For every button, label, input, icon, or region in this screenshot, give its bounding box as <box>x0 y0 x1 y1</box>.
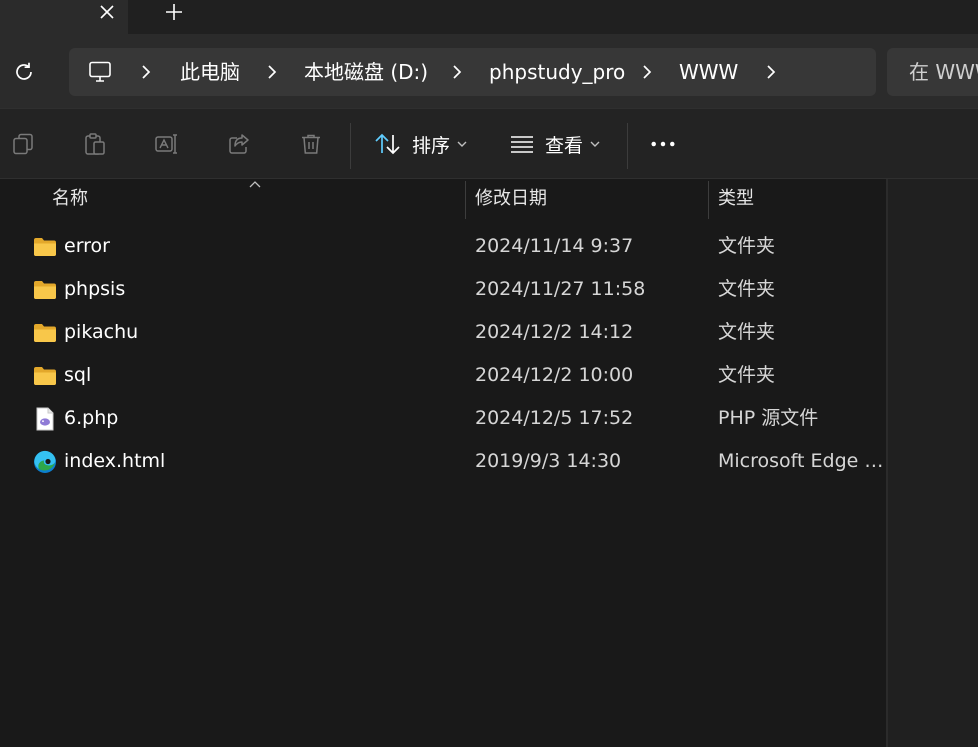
column-header-modified[interactable]: 修改日期 <box>475 179 547 219</box>
details-pane <box>886 179 978 747</box>
file-type: 文件夹 <box>718 235 776 257</box>
table-row[interactable]: sql 2024/12/2 10:00 文件夹 <box>4 354 884 397</box>
chevron-right-icon[interactable] <box>264 62 280 82</box>
address-bar[interactable]: 此电脑 本地磁盘 (D:) phpstudy_pro WWW <box>69 48 876 96</box>
column-header-type[interactable]: 类型 <box>718 179 754 219</box>
sort-ascending-icon <box>247 179 263 189</box>
trash-icon[interactable] <box>298 131 324 157</box>
column-divider[interactable] <box>465 181 466 219</box>
folder-icon <box>33 235 57 259</box>
search-placeholder: 在 WWW 中搜索 <box>909 60 978 84</box>
table-row[interactable]: 6.php 2024/12/5 17:52 PHP 源文件 <box>4 397 884 440</box>
folder-icon <box>33 278 57 302</box>
file-date: 2019/9/3 14:30 <box>475 450 622 472</box>
chevron-down-icon <box>589 140 601 148</box>
toolbar-divider <box>350 123 351 169</box>
file-name: pikachu <box>64 321 139 343</box>
table-row[interactable]: phpsis 2024/11/27 11:58 文件夹 <box>4 268 884 311</box>
file-date: 2024/11/14 9:37 <box>475 235 634 257</box>
file-date: 2024/12/2 14:12 <box>475 321 634 343</box>
column-header-name[interactable]: 名称 <box>52 179 88 219</box>
chevron-right-icon[interactable] <box>449 62 465 82</box>
breadcrumb-drive-d[interactable]: 本地磁盘 (D:) <box>304 60 428 84</box>
file-type: 文件夹 <box>718 364 776 386</box>
column-divider[interactable] <box>708 181 709 219</box>
table-row[interactable]: index.html 2019/9/3 14:30 Microsoft Edge… <box>4 440 886 483</box>
file-type: Microsoft Edge HTML Document <box>718 450 886 472</box>
breadcrumb-www[interactable]: WWW <box>679 60 738 84</box>
sort-icon <box>374 132 402 156</box>
file-date: 2024/11/27 11:58 <box>475 278 646 300</box>
chevron-right-icon[interactable] <box>639 62 655 82</box>
table-row[interactable]: pikachu 2024/12/2 14:12 文件夹 <box>4 311 884 354</box>
table-row[interactable]: error 2024/11/14 9:37 文件夹 <box>4 225 884 268</box>
active-tab[interactable] <box>0 0 128 34</box>
file-date: 2024/12/5 17:52 <box>475 407 634 429</box>
file-name: sql <box>64 364 92 386</box>
rename-icon[interactable] <box>154 131 180 157</box>
paste-icon[interactable] <box>82 131 108 157</box>
breadcrumb-phpstudy-pro[interactable]: phpstudy_pro <box>489 60 625 84</box>
plus-icon[interactable] <box>160 0 188 24</box>
tab-strip <box>0 0 978 34</box>
this-pc-icon[interactable] <box>86 59 114 85</box>
view-label: 查看 <box>545 134 584 157</box>
share-icon[interactable] <box>226 131 252 157</box>
sort-label: 排序 <box>412 134 451 157</box>
command-bar: 排序 查看 <box>0 108 978 179</box>
file-list: 名称 修改日期 类型 error 2024/11/14 9:37 文件夹 php… <box>0 179 886 747</box>
copy-icon[interactable] <box>10 131 36 157</box>
view-button[interactable]: 查看 <box>509 127 601 161</box>
toolbar-divider <box>627 123 628 169</box>
file-type: 文件夹 <box>718 321 776 343</box>
chevron-right-icon[interactable] <box>138 62 154 82</box>
sort-button[interactable]: 排序 <box>374 127 468 161</box>
address-row: 此电脑 本地磁盘 (D:) phpstudy_pro WWW 在 WWW 中搜索 <box>0 34 978 108</box>
chevron-right-icon[interactable] <box>763 62 779 82</box>
file-name: error <box>64 235 110 257</box>
refresh-icon[interactable] <box>10 58 38 86</box>
file-name: 6.php <box>64 407 119 429</box>
file-type: 文件夹 <box>718 278 776 300</box>
search-input[interactable]: 在 WWW 中搜索 <box>887 48 978 96</box>
breadcrumb-this-pc[interactable]: 此电脑 <box>180 60 240 84</box>
file-name: index.html <box>64 450 166 472</box>
php-file-icon <box>33 407 57 431</box>
chevron-down-icon <box>456 140 468 148</box>
file-type: PHP 源文件 <box>718 407 819 429</box>
close-icon[interactable] <box>94 0 120 24</box>
more-icon[interactable] <box>650 131 676 157</box>
file-date: 2024/12/2 10:00 <box>475 364 634 386</box>
edge-icon <box>33 450 57 474</box>
folder-icon <box>33 321 57 345</box>
folder-icon <box>33 364 57 388</box>
file-name: phpsis <box>64 278 126 300</box>
view-lines-icon <box>509 134 535 154</box>
